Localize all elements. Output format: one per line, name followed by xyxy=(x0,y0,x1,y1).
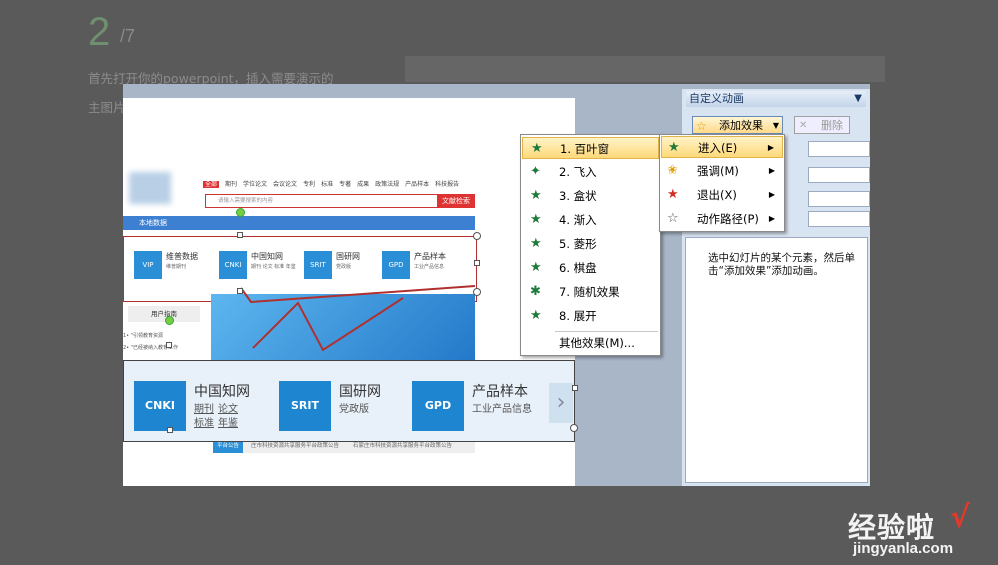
animation-list[interactable]: 选中幻灯片的某个元素，然后单击“添加效果”添加动画。 xyxy=(685,237,868,483)
menu-item-exit[interactable]: ★ 退出(X) ▶ xyxy=(661,184,783,206)
menu-item-box[interactable]: ★ 3. 盒状 xyxy=(522,185,659,207)
zoom-item-sub: 工业产品信息 xyxy=(472,404,532,415)
star-effect-icon: ★ xyxy=(530,212,542,227)
panel-title: 自定义动画 ▼ xyxy=(686,91,866,107)
menu-item-label: 1. 百叶窗 xyxy=(560,142,610,156)
intro-line-2: 主图片 xyxy=(88,100,126,115)
resize-handle[interactable] xyxy=(572,385,578,391)
zoom-item-name: 产品样本 xyxy=(472,384,528,400)
panel-dropdown-icon[interactable]: ▼ xyxy=(854,91,862,107)
chevron-right-icon: ▶ xyxy=(768,214,775,223)
chevron-right-icon: ▶ xyxy=(768,166,775,175)
star-effect-icon: ★ xyxy=(530,188,542,203)
resize-handle[interactable] xyxy=(474,260,480,266)
menu-item-emphasis[interactable]: ✬ 强调(M) ▶ xyxy=(661,160,783,182)
start-field[interactable] xyxy=(808,141,870,157)
star-outline-icon: ☆ xyxy=(667,211,679,226)
arrow-line xyxy=(252,297,404,352)
panel-title-text: 自定义动画 xyxy=(689,92,744,105)
link: 期刊 xyxy=(194,404,214,415)
star-icon: ☆ xyxy=(696,119,707,133)
zoom-item-name: 中国知网 xyxy=(194,384,250,400)
gpd-logo-icon: GPD xyxy=(412,381,464,431)
zoomed-image-strip[interactable]: CNKI 中国知网 期刊 论文 标准 年鉴 SRIT 国研网 党政版 GPD 产品样… xyxy=(123,360,575,442)
chevron-right-icon: ▶ xyxy=(767,143,774,152)
star-effect-icon: ✦ xyxy=(530,164,541,179)
star-effect-icon: ★ xyxy=(531,141,543,156)
star-effect-icon: ★ xyxy=(530,236,542,251)
menu-item-fly-in[interactable]: ✦ 2. 飞入 xyxy=(522,161,659,183)
add-effect-button[interactable]: ☆ 添加效果 ▼ xyxy=(692,116,783,134)
resize-handle[interactable] xyxy=(166,342,172,348)
watermark-site: jingyanla.com xyxy=(853,540,954,557)
menu-item-label: 6. 棋盘 xyxy=(559,261,597,275)
menu-item-label: 退出(X) xyxy=(697,188,737,202)
menu-item-label: 5. 菱形 xyxy=(559,237,597,251)
step-total: /7 xyxy=(120,26,136,46)
resize-handle[interactable] xyxy=(237,232,243,238)
menu-item-label: 动作路径(P) xyxy=(697,212,759,226)
field[interactable] xyxy=(808,211,870,227)
menu-item-motion-path[interactable]: ☆ 动作路径(P) ▶ xyxy=(661,208,783,230)
menu-item-blinds[interactable]: ★ 1. 百叶窗 xyxy=(522,137,659,159)
delete-label: 删除 xyxy=(821,119,843,132)
zoom-item-sub: 党政版 xyxy=(339,404,369,415)
add-effect-label: 添加效果 xyxy=(719,119,763,132)
powerpoint-screenshot: 全部 期刊 学位论文 会议论文 专利 标准 专著 成果 政策法规 产品样本 科技报告 请输入需要搜索… xyxy=(123,84,870,486)
star-effect-icon: ✱ xyxy=(530,284,541,299)
step-number: 2 xyxy=(88,10,111,54)
star-yellow-icon: ✬ xyxy=(667,163,678,178)
link: 论文 xyxy=(218,404,238,415)
chevron-down-icon: ▼ xyxy=(772,121,779,130)
srit-logo-icon: SRIT xyxy=(279,381,331,431)
slide[interactable]: 全部 期刊 学位论文 会议论文 专利 标准 专著 成果 政策法规 产品样本 科技报告 请输入需要搜索… xyxy=(123,98,578,486)
property-field[interactable] xyxy=(808,167,870,183)
menu-item-label: 2. 飞入 xyxy=(559,165,597,179)
speed-field[interactable] xyxy=(808,191,870,207)
link: 标准 xyxy=(194,418,214,429)
arrow-line xyxy=(240,285,476,304)
checkmark-icon: √ xyxy=(950,500,971,535)
chevron-right-icon: ▶ xyxy=(768,190,775,199)
menu-item-label: 强调(M) xyxy=(697,164,739,178)
star-effect-icon: ★ xyxy=(530,260,542,275)
resize-handle[interactable] xyxy=(167,427,173,433)
menu-item-expand[interactable]: ★ 8. 展开 xyxy=(522,305,659,327)
menu-item-checkerboard[interactable]: ★ 6. 棋盘 xyxy=(522,257,659,279)
star-red-icon: ★ xyxy=(667,187,679,202)
menu-item-more-effects[interactable]: 其他效果(M)... xyxy=(522,332,659,354)
resize-handle[interactable] xyxy=(473,232,481,240)
menu-item-entrance[interactable]: ★ 进入(E) ▶ xyxy=(661,136,783,158)
menu-item-random[interactable]: ✱ 7. 随机效果 xyxy=(522,281,659,303)
entrance-effects-menu: ★ 1. 百叶窗 ✦ 2. 飞入 ★ 3. 盒状 ★ 4. 渐入 ★ 5. 菱形 ★ 6. … xyxy=(520,134,661,356)
menu-item-label: 其他效果(M)... xyxy=(559,336,635,350)
delete-button[interactable]: ✕ 删除 xyxy=(794,116,850,134)
zoom-item-name: 国研网 xyxy=(339,384,381,400)
hint-text: 选中幻灯片的某个元素，然后单击“添加效果”添加动画。 xyxy=(708,252,855,277)
resize-handle[interactable] xyxy=(237,288,243,294)
menu-item-fade[interactable]: ★ 4. 渐入 xyxy=(522,209,659,231)
add-effect-menu: ★ 进入(E) ▶ ✬ 强调(M) ▶ ★ 退出(X) ▶ ☆ 动作路径(P) ▶ xyxy=(659,134,785,232)
menu-item-diamond[interactable]: ★ 5. 菱形 xyxy=(522,233,659,255)
menu-item-label: 8. 展开 xyxy=(559,309,597,323)
star-green-icon: ★ xyxy=(668,140,680,155)
resize-handle[interactable] xyxy=(473,288,481,296)
menu-item-label: 7. 随机效果 xyxy=(559,285,620,299)
rotate-handle[interactable] xyxy=(165,316,174,325)
zoom-item-links: 期刊 论文 标准 年鉴 xyxy=(194,403,242,431)
background-thumbnail xyxy=(405,56,885,82)
resize-handle[interactable] xyxy=(570,424,578,432)
menu-item-label: 4. 渐入 xyxy=(559,213,597,227)
delete-icon: ✕ xyxy=(799,120,808,131)
link: 年鉴 xyxy=(218,418,238,429)
rotate-handle[interactable] xyxy=(236,208,245,217)
menu-item-label: 3. 盒状 xyxy=(559,189,597,203)
menu-item-label: 进入(E) xyxy=(698,141,738,155)
cnki-logo-icon: CNKI xyxy=(134,381,186,431)
star-effect-icon: ★ xyxy=(530,308,542,323)
chevron-right-icon: › xyxy=(549,383,573,423)
